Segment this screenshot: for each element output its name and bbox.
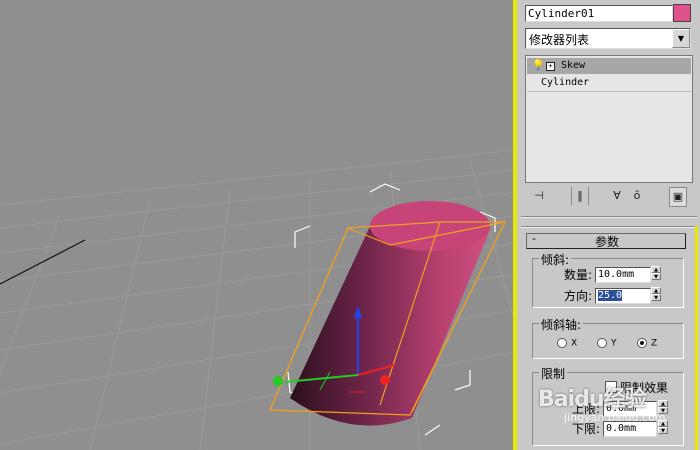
direction-label: 方向:	[564, 289, 593, 303]
show-end-result-icon[interactable]: ‖	[571, 187, 589, 205]
radio-dot	[597, 338, 607, 348]
stack-item-cylinder[interactable]: Cylinder	[527, 75, 691, 92]
lower-limit-label: 下限:	[572, 422, 601, 436]
command-panel-modify: Cylinder01 修改器列表 ▼ 💡 + Skew Cylinder ⊣ ‖…	[517, 0, 700, 450]
stack-item-skew[interactable]: 💡 + Skew	[527, 58, 691, 74]
stack-toolbar: ⊣ ‖ ∀ ȏ ▣	[525, 184, 691, 210]
modifier-stack[interactable]: 💡 + Skew Cylinder	[525, 55, 693, 183]
axis-y-radio[interactable]: Y	[597, 338, 617, 349]
upper-limit-label: 上限:	[572, 402, 601, 416]
viewport-perspective[interactable]	[0, 0, 517, 450]
direction-value: 25.0	[598, 290, 623, 301]
amount-label: 数量:	[564, 268, 593, 282]
group-legend: 倾斜轴:	[539, 316, 584, 333]
lower-limit-spinner[interactable]: ▲ ▼	[658, 420, 668, 436]
amount-spinner[interactable]: ▲ ▼	[651, 266, 661, 282]
amount-field[interactable]: 10.0mm	[595, 267, 651, 283]
radio-dot-selected	[637, 338, 647, 348]
lower-limit-field[interactable]: 0.0mm	[603, 421, 657, 437]
panel-scrollbar[interactable]	[695, 226, 698, 450]
radio-label: X	[571, 338, 578, 349]
remove-modifier-icon[interactable]: ȏ	[629, 187, 645, 205]
divider	[521, 226, 697, 228]
object-name-field[interactable]: Cylinder01	[525, 5, 673, 22]
chevron-down-icon[interactable]: ▼	[672, 29, 690, 48]
parameters-rollout-header[interactable]: - 参数	[526, 232, 686, 249]
divider	[521, 216, 697, 218]
group-legend: 限制	[539, 365, 568, 382]
upper-limit-spinner[interactable]: ▲ ▼	[658, 400, 668, 416]
axis-z-radio[interactable]: Z	[637, 338, 657, 349]
cylinder-cap-top	[370, 201, 490, 251]
modifier-list-label: 修改器列表	[529, 33, 590, 47]
direction-spinner[interactable]: ▲ ▼	[651, 287, 661, 303]
object-color-swatch[interactable]	[673, 4, 691, 22]
make-unique-icon[interactable]: ∀	[609, 187, 625, 205]
world-axis-line	[0, 239, 86, 285]
rollout-title: 参数	[595, 235, 620, 249]
limit-effect-checkbox[interactable]	[605, 381, 617, 393]
radio-label: Z	[651, 338, 658, 349]
axis-x-radio[interactable]: X	[557, 338, 577, 349]
stack-item-label: Skew	[561, 60, 586, 71]
modifier-list-dropdown[interactable]: 修改器列表 ▼	[525, 28, 691, 49]
stack-item-label: Cylinder	[541, 77, 590, 88]
upper-limit-field[interactable]: 0.0mm	[603, 401, 657, 417]
pin-stack-icon[interactable]: ⊣	[531, 187, 547, 205]
viewport-scene[interactable]	[0, 0, 517, 450]
lightbulb-icon[interactable]: 💡	[532, 58, 544, 74]
collapse-minus-icon: -	[532, 232, 536, 245]
radio-label: Y	[611, 338, 617, 349]
configure-sets-icon[interactable]: ▣	[669, 187, 687, 207]
expand-plus-icon[interactable]: +	[546, 62, 555, 71]
radio-dot	[557, 338, 567, 348]
limit-effect-label: 限制效果	[620, 381, 669, 395]
cylinder-body	[290, 222, 490, 426]
direction-field[interactable]: 25.0	[595, 288, 651, 304]
